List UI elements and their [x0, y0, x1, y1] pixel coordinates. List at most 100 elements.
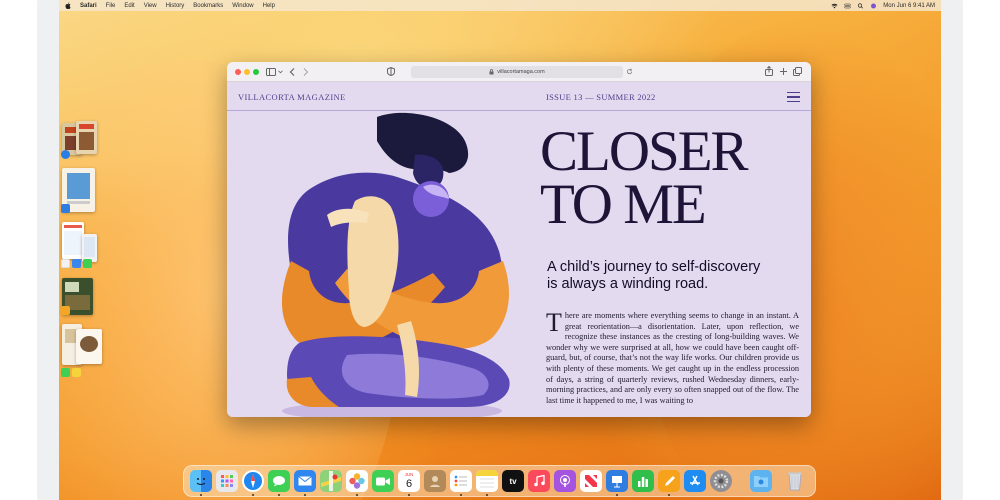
pages-badge-icon — [61, 306, 70, 315]
chevron-down-icon[interactable] — [278, 70, 283, 74]
apple-menu-icon[interactable] — [65, 2, 71, 9]
stage-thumbnail-calendar[interactable] — [62, 222, 84, 259]
search-icon[interactable] — [857, 2, 864, 9]
running-indicator — [304, 494, 306, 496]
safari-badge-icon — [61, 150, 70, 159]
launchpad-icon[interactable] — [216, 470, 238, 492]
mother-child-illustration — [281, 112, 510, 417]
photos-icon[interactable] — [346, 470, 368, 492]
running-indicator — [616, 494, 618, 496]
tv-icon[interactable]: tv — [502, 470, 524, 492]
thumbnail-content — [64, 225, 82, 228]
sidebar-toggle-icon[interactable] — [266, 68, 276, 76]
keynote-badge-icon — [61, 204, 70, 213]
thumbnail-content — [67, 173, 90, 199]
safari-icon[interactable] — [242, 470, 264, 492]
article-body-text: here are moments where everything seems … — [546, 311, 799, 405]
menu-extras: Mon Jun 6 9:41 AM — [831, 3, 935, 9]
menu-file[interactable]: File — [106, 3, 116, 9]
lock-icon — [489, 69, 494, 75]
control-center-icon[interactable] — [844, 3, 852, 9]
article-subheading: A child’s journey to self-discovery is a… — [547, 259, 761, 292]
privacy-report-icon[interactable] — [387, 67, 395, 76]
menu-window[interactable]: Window — [232, 3, 253, 9]
safari-toolbar: villacortamaga.com — [227, 62, 811, 82]
zoom-button[interactable] — [253, 69, 259, 75]
app-store-icon[interactable] — [684, 470, 706, 492]
mail-icon[interactable] — [294, 470, 316, 492]
tv-label: tv — [509, 476, 517, 486]
url-text: villacortamaga.com — [497, 69, 545, 75]
stage-manager-strip — [59, 118, 119, 388]
thumbnail-content — [65, 282, 79, 292]
share-icon[interactable] — [765, 66, 773, 76]
keynote-icon[interactable] — [606, 470, 628, 492]
pages-icon[interactable] — [658, 470, 680, 492]
running-indicator — [460, 494, 462, 496]
trash-icon[interactable] — [784, 470, 806, 492]
thumbnail-content — [64, 231, 82, 255]
url-bar[interactable]: villacortamaga.com — [411, 66, 623, 78]
facetime-icon[interactable] — [372, 470, 394, 492]
menu-bookmarks[interactable]: Bookmarks — [193, 3, 223, 9]
wifi-icon[interactable] — [831, 3, 838, 9]
podcasts-icon[interactable] — [554, 470, 576, 492]
siri-icon[interactable] — [870, 3, 877, 9]
close-button[interactable] — [235, 69, 241, 75]
menu-view[interactable]: View — [144, 3, 157, 9]
thumbnail-content — [80, 336, 98, 352]
mail-badge-icon — [72, 259, 81, 268]
back-icon[interactable] — [289, 68, 295, 76]
news-icon[interactable] — [580, 470, 602, 492]
menu-history[interactable]: History — [166, 3, 185, 9]
minimize-button[interactable] — [244, 69, 250, 75]
running-indicator — [356, 494, 358, 496]
running-indicator — [668, 494, 670, 496]
tab-overview-icon[interactable] — [793, 67, 802, 76]
magazine-name[interactable]: VILLACORTA MAGAZINE — [238, 92, 346, 102]
calendar-badge-icon — [61, 259, 70, 268]
menu-clock[interactable]: Mon Jun 6 9:41 AM — [883, 3, 935, 9]
thumbnail-content — [79, 124, 94, 129]
running-indicator — [200, 494, 202, 496]
menu-app-name[interactable]: Safari — [80, 3, 97, 9]
forward-icon[interactable] — [303, 68, 309, 76]
running-indicator — [408, 494, 410, 496]
calendar-day: 6 — [405, 478, 413, 490]
music-icon[interactable] — [528, 470, 550, 492]
menu-bar: Safari File Edit View History Bookmarks … — [59, 0, 941, 11]
menu-help[interactable]: Help — [263, 3, 275, 9]
maps-icon[interactable] — [320, 470, 342, 492]
menu-edit[interactable]: Edit — [124, 3, 134, 9]
numbers-icon[interactable] — [632, 470, 654, 492]
system-settings-icon[interactable] — [710, 470, 732, 492]
notes-badge-icon — [72, 368, 81, 377]
finder-icon[interactable] — [190, 470, 212, 492]
running-indicator — [278, 494, 280, 496]
messages-icon[interactable] — [268, 470, 290, 492]
reminders-icon[interactable] — [450, 470, 472, 492]
drop-cap: T — [546, 308, 562, 337]
running-indicator — [252, 494, 254, 496]
new-tab-icon[interactable] — [780, 68, 787, 75]
issue-label: ISSUE 13 — SUMMER 2022 — [546, 92, 656, 102]
downloads-folder-icon[interactable] — [750, 470, 772, 492]
reload-icon[interactable] — [626, 68, 633, 75]
stage-thumbnail-reminders[interactable] — [82, 234, 97, 262]
hamburger-menu-icon[interactable] — [787, 92, 800, 102]
stage-thumbnail-photos[interactable] — [76, 121, 97, 154]
desktop-screen: Safari File Edit View History Bookmarks … — [59, 0, 941, 500]
contacts-icon[interactable] — [424, 470, 446, 492]
stage-thumbnail-recipe[interactable] — [76, 329, 102, 364]
magazine-page: VILLACORTA MAGAZINE ISSUE 13 — SUMMER 20… — [227, 82, 811, 417]
safari-window: villacortamaga.com VILLACORTA MAGAZINE I… — [227, 62, 811, 417]
dock: JUN 6 tv — [183, 465, 816, 497]
messages-badge-icon — [83, 259, 92, 268]
running-indicator — [486, 494, 488, 496]
thumbnail-content — [67, 201, 90, 204]
messages-badge-icon — [61, 368, 70, 377]
article-body: There are moments where everything seems… — [546, 308, 799, 406]
thumbnail-content — [79, 132, 94, 150]
notes-icon[interactable] — [476, 470, 498, 492]
calendar-icon[interactable]: JUN 6 — [398, 470, 420, 492]
